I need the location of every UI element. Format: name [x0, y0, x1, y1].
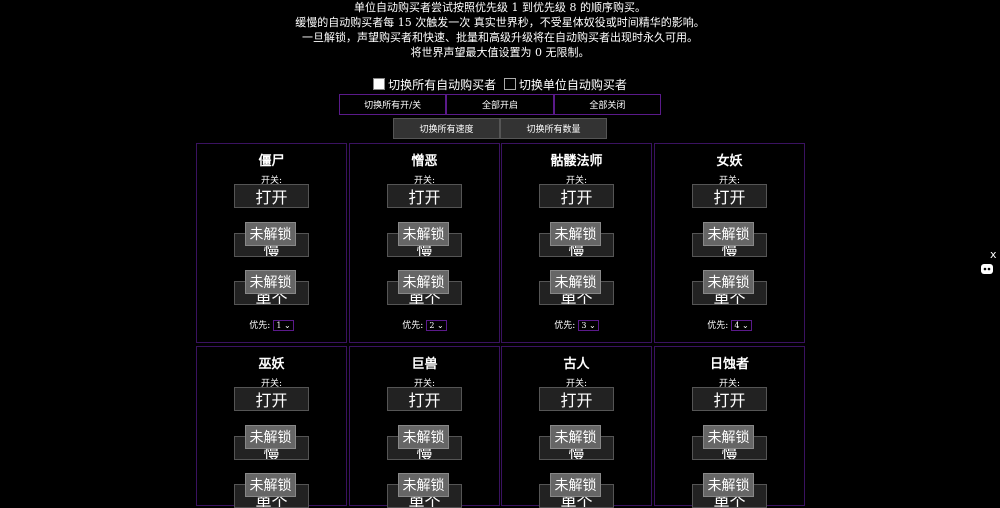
priority-select[interactable]: 4 ⌄	[731, 320, 752, 331]
locked-button[interactable]: 未解锁	[550, 222, 601, 246]
intro-line: 一旦解锁，声望购买者和快速、批量和高级升级将在自动购买者出现时永久可用。	[302, 31, 698, 44]
autobuyer-card: 僵尸 开关: 打开慢未解锁 单个 未解锁 优先: 1 ⌄	[196, 143, 347, 343]
autobuyer-card: 古人 开关: 打开慢未解锁 单个 未解锁	[501, 346, 652, 508]
autobuyer-card: 女妖 开关: 打开慢未解锁 单个 未解锁 优先: 4 ⌄	[654, 143, 805, 343]
on-button[interactable]: 打开	[234, 184, 309, 208]
intro-line: 将世界声望最大值设置为 0 无限制。	[410, 46, 590, 59]
chevron-down-icon: ⌄	[586, 321, 596, 330]
priority-row: 优先: 3 ⌄	[502, 318, 651, 331]
toggle-all-label: 切换所有自动购买者	[388, 78, 497, 92]
all-on-button[interactable]: 全部开启	[446, 94, 554, 115]
toggle-all-checkbox[interactable]	[373, 78, 386, 90]
chevron-down-icon: ⌄	[739, 321, 749, 330]
autobuyer-card: 巨兽 开关: 打开慢未解锁 单个 未解锁	[349, 346, 500, 508]
intro-text: 单位自动购买者尝试按照优先级 1 到优先级 8 的顺序购买。 缓慢的自动购买者每…	[0, 0, 1000, 60]
locked-button[interactable]: 未解锁	[398, 270, 449, 294]
button-row-2: 切换所有速度 切换所有数量	[393, 118, 607, 139]
locked-button[interactable]: 未解锁	[703, 473, 754, 497]
priority-row: 优先: 4 ⌄	[655, 318, 804, 331]
on-button[interactable]: 打开	[539, 387, 614, 411]
autobuyer-name: 巫妖	[258, 357, 285, 372]
priority-label: 优先:	[707, 321, 729, 331]
priority-label: 优先:	[402, 321, 424, 331]
button-row-1: 切换所有开/关 全部开启 全部关闭	[339, 94, 661, 115]
discord-icon[interactable]	[980, 262, 994, 276]
autobuyer-name: 僵尸	[258, 154, 285, 169]
intro-line: 单位自动购买者尝试按照优先级 1 到优先级 8 的顺序购买。	[354, 1, 646, 14]
autobuyer-name: 憎恶	[411, 154, 438, 169]
chevron-down-icon: ⌄	[281, 321, 291, 330]
autobuyer-name: 女妖	[716, 154, 743, 169]
locked-button[interactable]: 未解锁	[703, 425, 754, 449]
toggle-all-amount-button[interactable]: 切换所有数量	[500, 118, 607, 139]
priority-row: 优先: 1 ⌄	[197, 318, 346, 331]
locked-button[interactable]: 未解锁	[398, 473, 449, 497]
on-button[interactable]: 打开	[692, 184, 767, 208]
on-button[interactable]: 打开	[387, 387, 462, 411]
on-button[interactable]: 打开	[539, 184, 614, 208]
priority-select[interactable]: 2 ⌄	[426, 320, 447, 331]
toggle-unit-checkbox[interactable]	[503, 78, 516, 90]
locked-button[interactable]: 未解锁	[398, 425, 449, 449]
all-off-button[interactable]: 全部关闭	[553, 94, 661, 115]
locked-button[interactable]: 未解锁	[245, 425, 296, 449]
close-icon[interactable]: x	[990, 248, 997, 261]
on-button[interactable]: 打开	[234, 387, 309, 411]
priority-select[interactable]: 3 ⌄	[578, 320, 599, 331]
locked-button[interactable]: 未解锁	[245, 473, 296, 497]
locked-button[interactable]: 未解锁	[245, 222, 296, 246]
toggle-row: 切换所有自动购买者 切换单位自动购买者	[0, 76, 1000, 93]
priority-label: 优先:	[554, 321, 576, 331]
autobuyer-card: 骷髅法师 开关: 打开慢未解锁 单个 未解锁 优先: 3 ⌄	[501, 143, 652, 343]
locked-button[interactable]: 未解锁	[245, 270, 296, 294]
on-button[interactable]: 打开	[692, 387, 767, 411]
autobuyer-name: 日蚀者	[709, 357, 749, 372]
autobuyer-name: 骷髅法师	[550, 154, 603, 169]
locked-button[interactable]: 未解锁	[703, 270, 754, 294]
locked-button[interactable]: 未解锁	[398, 222, 449, 246]
autobuyer-name: 古人	[563, 357, 590, 372]
priority-select[interactable]: 1 ⌄	[273, 320, 294, 331]
on-button[interactable]: 打开	[387, 184, 462, 208]
locked-button[interactable]: 未解锁	[550, 425, 601, 449]
priority-row: 优先: 2 ⌄	[350, 318, 499, 331]
priority-label: 优先:	[249, 321, 271, 331]
chevron-down-icon: ⌄	[434, 321, 444, 330]
toggle-all-speed-button[interactable]: 切换所有速度	[393, 118, 500, 139]
autobuyer-card: 日蚀者 开关: 打开慢未解锁 单个 未解锁	[654, 346, 805, 508]
toggle-unit-label: 切换单位自动购买者	[518, 78, 627, 92]
intro-line: 缓慢的自动购买者每 15 次触发一次 真实世界秒，不受星体奴役或时间精华的影响。	[295, 16, 705, 29]
autobuyer-card: 憎恶 开关: 打开慢未解锁 单个 未解锁 优先: 2 ⌄	[349, 143, 500, 343]
toggle-all-onoff-button[interactable]: 切换所有开/关	[339, 94, 447, 115]
locked-button[interactable]: 未解锁	[550, 473, 601, 497]
locked-button[interactable]: 未解锁	[703, 222, 754, 246]
locked-button[interactable]: 未解锁	[550, 270, 601, 294]
autobuyer-card: 巫妖 开关: 打开慢未解锁 单个 未解锁	[196, 346, 347, 508]
autobuyer-name: 巨兽	[411, 357, 438, 372]
